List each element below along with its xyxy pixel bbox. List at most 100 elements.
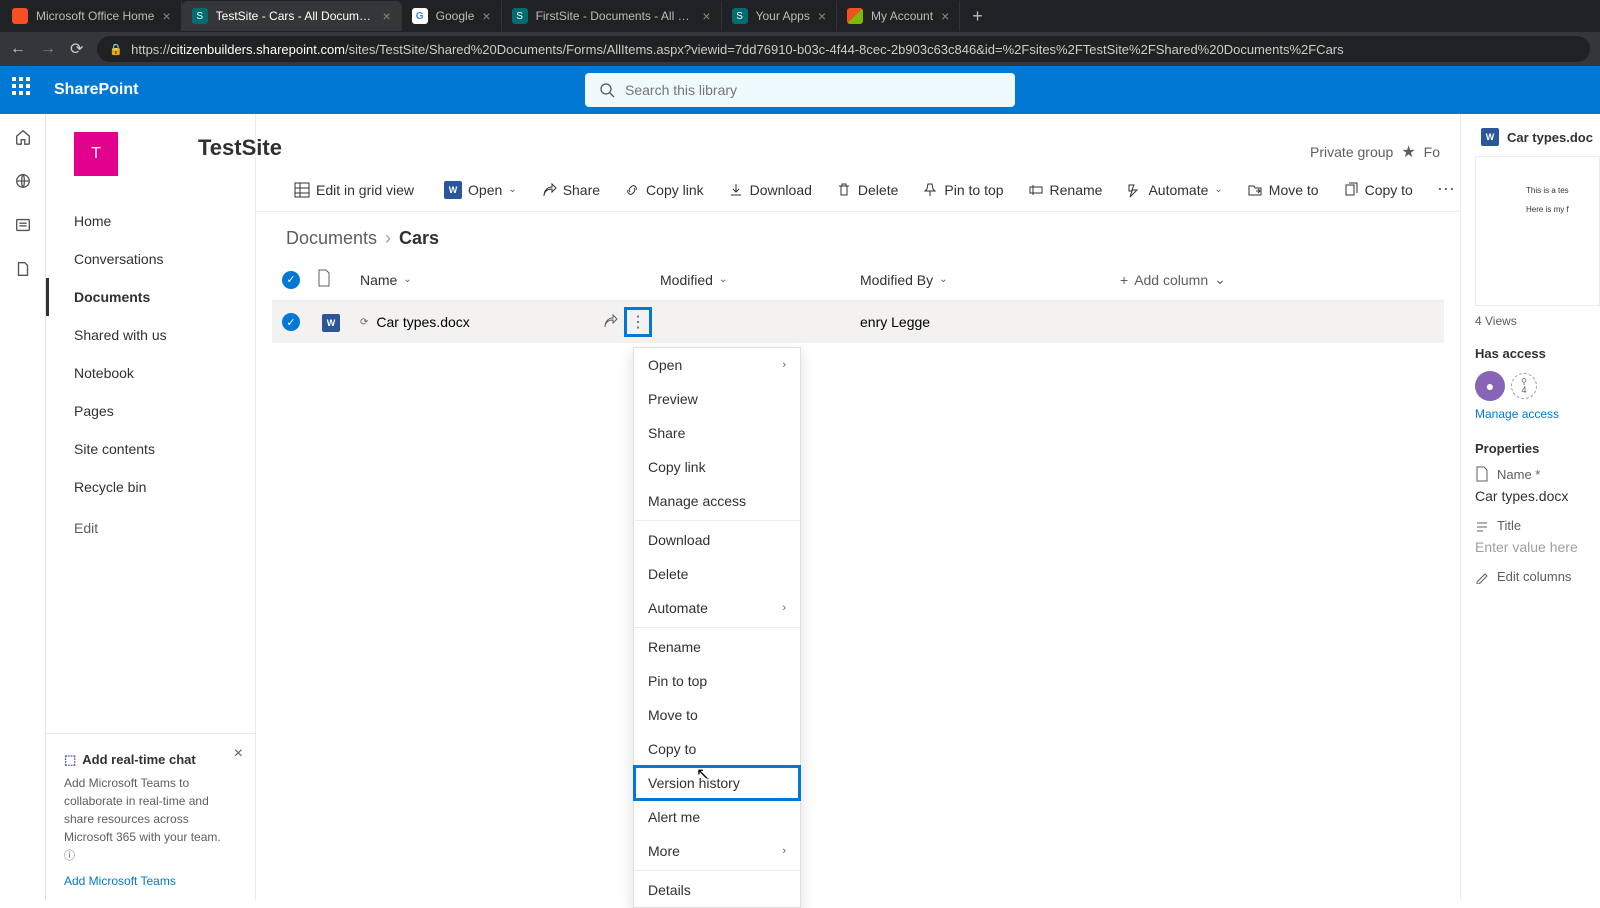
- browser-tab[interactable]: My Account ×: [837, 1, 960, 31]
- cmd-pin[interactable]: Pin to top: [912, 174, 1013, 206]
- product-name[interactable]: SharePoint: [54, 81, 138, 99]
- main-content: TestSite Private group ★ Fo Edit in grid…: [256, 114, 1460, 900]
- ctx-delete[interactable]: Delete: [634, 557, 800, 591]
- add-column[interactable]: +Add column⌄: [1120, 271, 1340, 288]
- teams-card-link[interactable]: Add Microsoft Teams: [64, 872, 237, 890]
- pencil-icon: [1475, 570, 1489, 584]
- prop-name-value[interactable]: Car types.docx: [1475, 488, 1600, 504]
- back-button[interactable]: ←: [10, 40, 26, 58]
- cmd-moveto[interactable]: Move to: [1237, 174, 1329, 206]
- teams-card-title: ⬚ Add real-time chat: [64, 750, 237, 770]
- col-modified[interactable]: Modified⌄: [660, 272, 860, 288]
- favicon-icon: S: [732, 8, 748, 24]
- search-box[interactable]: [585, 73, 1015, 107]
- ctx-details[interactable]: Details: [634, 873, 800, 907]
- avatar[interactable]: ●: [1475, 371, 1505, 401]
- nav-shared[interactable]: Shared with us: [46, 316, 255, 354]
- nav-conversations[interactable]: Conversations: [46, 240, 255, 278]
- close-icon[interactable]: ×: [162, 8, 170, 24]
- file-preview[interactable]: This is a tes Here is my f: [1475, 156, 1600, 306]
- teams-card-body: Add Microsoft Teams to collaborate in re…: [64, 774, 237, 846]
- ctx-automate[interactable]: Automate›: [634, 591, 800, 625]
- close-icon[interactable]: ×: [382, 8, 390, 24]
- close-icon[interactable]: ×: [818, 8, 826, 24]
- col-name[interactable]: Name⌄: [360, 272, 660, 288]
- nav-site-contents[interactable]: Site contents: [46, 430, 255, 468]
- browser-tab[interactable]: Microsoft Office Home ×: [2, 1, 182, 31]
- home-icon[interactable]: [14, 128, 32, 146]
- address-bar: ← → ⟳ 🔒 https://citizenbuilders.sharepoi…: [0, 32, 1600, 66]
- nav-notebook[interactable]: Notebook: [46, 354, 255, 392]
- app-launcher-icon[interactable]: [12, 77, 38, 103]
- ctx-share[interactable]: Share: [634, 416, 800, 450]
- share-icon[interactable]: [602, 313, 618, 332]
- globe-icon[interactable]: [14, 172, 32, 190]
- new-tab-button[interactable]: +: [960, 6, 995, 27]
- ctx-moveto[interactable]: Move to: [634, 698, 800, 732]
- cmd-open[interactable]: W Open⌄: [428, 174, 527, 206]
- browser-tab[interactable]: S TestSite - Cars - All Documents ×: [182, 1, 402, 31]
- follow-label[interactable]: Fo: [1424, 144, 1440, 160]
- group-privacy: Private group: [1310, 144, 1393, 160]
- manage-access-link[interactable]: Manage access: [1475, 407, 1600, 421]
- ctx-more[interactable]: More›: [634, 834, 800, 868]
- url-field[interactable]: 🔒 https://citizenbuilders.sharepoint.com…: [97, 36, 1590, 62]
- browser-tab[interactable]: S Your Apps ×: [722, 1, 837, 31]
- ctx-copyto[interactable]: Copy to: [634, 732, 800, 766]
- ctx-copylink[interactable]: Copy link: [634, 450, 800, 484]
- site-logo[interactable]: T: [74, 132, 118, 176]
- cmd-download[interactable]: Download: [718, 174, 822, 206]
- col-modified-by[interactable]: Modified By⌄: [860, 272, 1120, 288]
- news-icon[interactable]: [14, 216, 32, 234]
- file-name[interactable]: Car types.docx: [376, 314, 469, 330]
- cmd-automate[interactable]: Automate⌄: [1116, 174, 1232, 206]
- cmd-share[interactable]: Share: [531, 174, 610, 206]
- info-icon[interactable]: ⓘ: [64, 850, 75, 862]
- site-title[interactable]: TestSite: [198, 135, 282, 161]
- files-icon[interactable]: [14, 260, 32, 278]
- cmd-copyto[interactable]: Copy to: [1333, 174, 1423, 206]
- list-row[interactable]: ✓ W ⟳ Car types.docx ⋮ enry Legge: [272, 301, 1444, 343]
- close-icon[interactable]: ×: [234, 742, 243, 766]
- cmd-delete[interactable]: Delete: [826, 174, 908, 206]
- group-count[interactable]: ⚲4: [1511, 373, 1537, 399]
- word-icon: W: [1481, 128, 1499, 146]
- ctx-open[interactable]: Open›: [634, 348, 800, 382]
- forward-button[interactable]: →: [40, 40, 56, 58]
- close-icon[interactable]: ×: [482, 8, 490, 24]
- ctx-pin[interactable]: Pin to top: [634, 664, 800, 698]
- breadcrumb-root[interactable]: Documents: [286, 228, 377, 249]
- nav-pages[interactable]: Pages: [46, 392, 255, 430]
- nav-edit-link[interactable]: Edit: [46, 506, 255, 550]
- search-input[interactable]: [625, 82, 1001, 98]
- edit-columns-link[interactable]: Edit columns: [1475, 569, 1600, 584]
- star-icon[interactable]: ★: [1401, 142, 1415, 162]
- reload-button[interactable]: ⟳: [70, 39, 83, 59]
- browser-tab[interactable]: S FirstSite - Documents - All Docur ×: [502, 1, 722, 31]
- ctx-manage-access[interactable]: Manage access: [634, 484, 800, 518]
- ctx-alert[interactable]: Alert me: [634, 800, 800, 834]
- chevron-down-icon: ⌄: [508, 184, 516, 195]
- teams-icon: ⬚: [64, 750, 76, 770]
- row-more-button[interactable]: ⋮: [624, 307, 652, 337]
- cmd-more[interactable]: ⋯: [1427, 174, 1460, 206]
- ctx-version-history[interactable]: Version history: [633, 765, 801, 801]
- row-check[interactable]: ✓: [282, 313, 300, 331]
- tab-label: My Account: [871, 9, 933, 23]
- ctx-preview[interactable]: Preview: [634, 382, 800, 416]
- browser-tab[interactable]: G Google ×: [402, 1, 502, 31]
- close-icon[interactable]: ×: [702, 8, 710, 24]
- nav-recycle-bin[interactable]: Recycle bin: [46, 468, 255, 506]
- ctx-rename[interactable]: Rename: [634, 630, 800, 664]
- nav-home[interactable]: Home: [46, 202, 255, 240]
- cmd-edit-grid[interactable]: Edit in grid view: [284, 174, 424, 206]
- favicon-icon: G: [412, 8, 428, 24]
- close-icon[interactable]: ×: [941, 8, 949, 24]
- prop-title-value[interactable]: Enter value here: [1475, 539, 1600, 555]
- cmd-copylink[interactable]: Copy link: [614, 174, 714, 206]
- chevron-right-icon: ›: [782, 359, 786, 371]
- nav-documents[interactable]: Documents: [46, 278, 255, 316]
- select-all-check[interactable]: ✓: [282, 271, 300, 289]
- cmd-rename[interactable]: Rename: [1018, 174, 1113, 206]
- ctx-download[interactable]: Download: [634, 523, 800, 557]
